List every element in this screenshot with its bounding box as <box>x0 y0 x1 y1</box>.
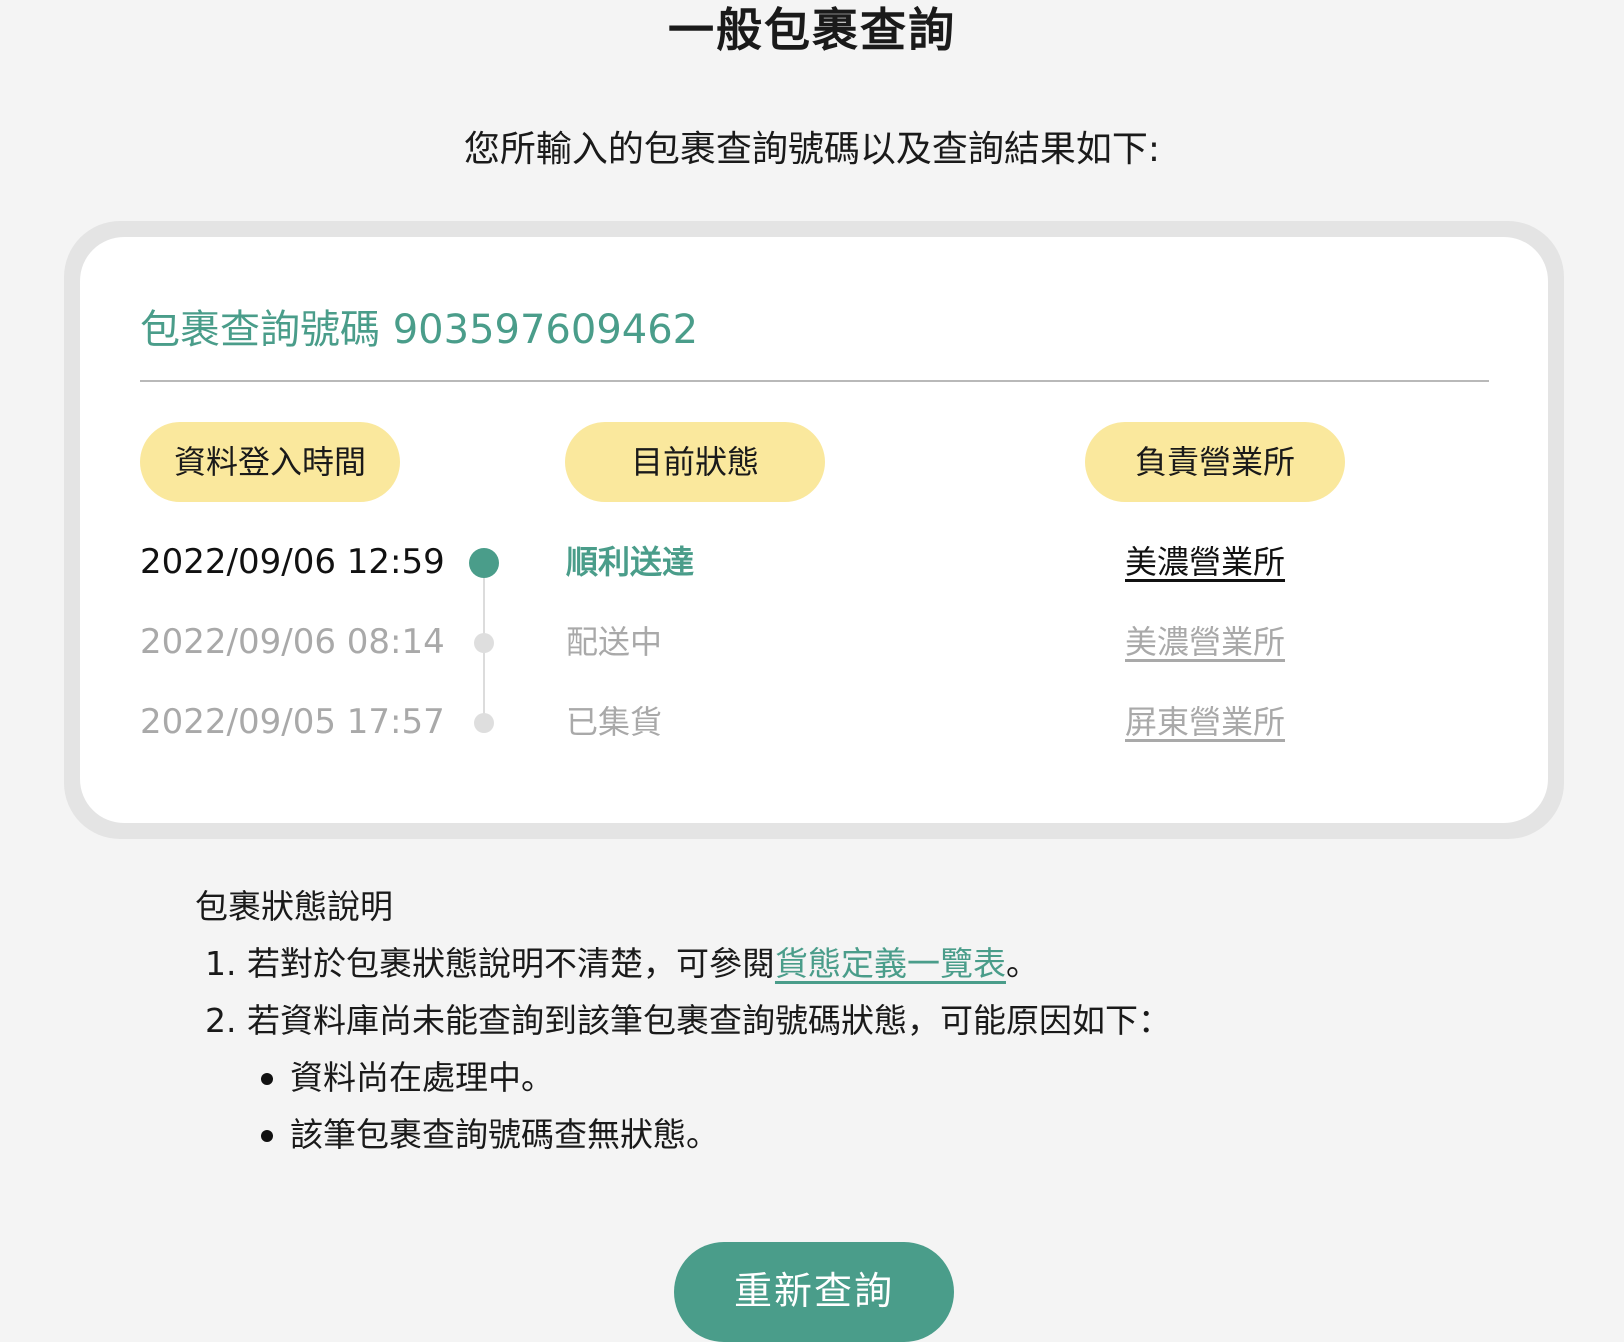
timeline-dot-current <box>469 548 499 578</box>
page-title: 一般包裹查詢 <box>668 3 956 57</box>
table-row: 2022/09/06 12:59 順利送達 美濃營業所 <box>0 532 1624 592</box>
notes-item-1: 1. 若對於包裹狀態說明不清楚，可參閱貨態定義一覽表。 <box>195 935 1495 992</box>
column-header-office: 負責營業所 <box>1085 422 1345 502</box>
tracking-number-heading: 包裹查詢號碼 903597609462 <box>140 300 698 360</box>
office-link[interactable]: 美濃營業所 <box>1125 532 1285 592</box>
column-header-time: 資料登入時間 <box>140 422 400 502</box>
requery-button[interactable]: 重新查詢 <box>674 1242 954 1342</box>
record-status: 已集貨 <box>566 703 663 741</box>
column-header-status: 目前狀態 <box>565 422 825 502</box>
record-time: 2022/09/06 12:59 <box>140 542 445 582</box>
bullet-dot <box>261 1073 273 1085</box>
notes-item-2: 2. 若資料庫尚未能查詢到該筆包裹查詢號碼狀態，可能原因如下： <box>205 1001 1171 1040</box>
notes-item-1-suffix: 。 <box>1005 944 1039 983</box>
tracking-number-label: 包裹查詢號碼 <box>140 307 380 353</box>
notes-bullet: 該筆包裹查詢號碼查無狀態。 <box>195 1106 1495 1163</box>
office-link[interactable]: 屏東營業所 <box>1125 692 1285 752</box>
office-link[interactable]: 美濃營業所 <box>1125 612 1285 672</box>
timeline-dot <box>474 713 494 733</box>
notes-heading: 包裹狀態說明 <box>195 887 393 926</box>
notes-bullet-text: 該筆包裹查詢號碼查無狀態。 <box>290 1115 719 1154</box>
record-time: 2022/09/05 17:57 <box>140 702 445 742</box>
notes-bullet: 資料尚在處理中。 <box>195 1049 1495 1106</box>
notes-item-1-text: 1. 若對於包裹狀態說明不清楚，可參閱 <box>205 944 775 983</box>
tracking-number-value: 903597609462 <box>392 307 699 353</box>
table-row: 2022/09/06 08:14 配送中 美濃營業所 <box>0 612 1624 672</box>
divider <box>140 380 1489 382</box>
notes-bullet-text: 資料尚在處理中。 <box>290 1058 554 1097</box>
table-row: 2022/09/05 17:57 已集貨 屏東營業所 <box>0 692 1624 752</box>
status-definition-link[interactable]: 貨態定義一覽表 <box>775 944 1006 983</box>
status-notes: 包裹狀態說明 1. 若對於包裹狀態說明不清楚，可參閱貨態定義一覽表。 2. 若資… <box>195 878 1495 1163</box>
timeline-dot <box>474 633 494 653</box>
record-status: 順利送達 <box>566 543 695 581</box>
intro-text: 您所輸入的包裹查詢號碼以及查詢結果如下: <box>463 129 1161 170</box>
page: 一般包裹查詢 您所輸入的包裹查詢號碼以及查詢結果如下: 包裹查詢號碼 90359… <box>0 0 1624 1342</box>
record-status: 配送中 <box>566 623 663 661</box>
bullet-dot <box>261 1130 273 1142</box>
record-time: 2022/09/06 08:14 <box>140 622 445 662</box>
